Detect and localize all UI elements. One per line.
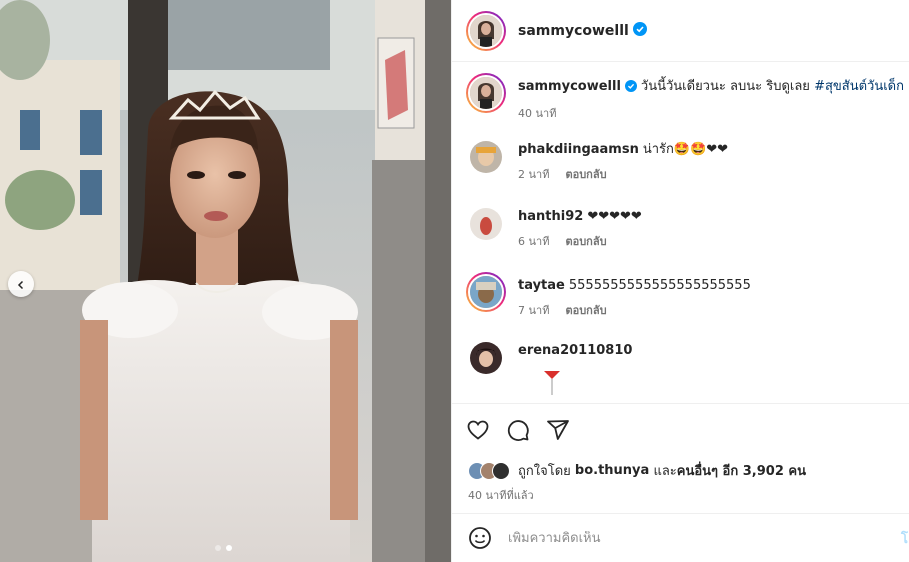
comment-item: hanthi92 ❤❤❤❤❤ 6 นาที ตอบกลับ: [470, 208, 642, 250]
commenter-avatar[interactable]: [470, 342, 502, 374]
comment-time: 2 นาที: [518, 168, 550, 181]
chevron-left-icon: [16, 275, 26, 294]
caption-time: 40 นาที: [518, 107, 557, 120]
comment-item: erena20110810: [470, 342, 636, 402]
commenter-avatar[interactable]: [470, 208, 502, 240]
author-avatar[interactable]: [466, 10, 506, 51]
add-comment-bar: โ: [452, 513, 909, 562]
commenter-username[interactable]: phakdiingaamsn: [518, 142, 639, 157]
share-icon[interactable]: [546, 418, 570, 442]
post-photo: [0, 0, 451, 562]
carousel-dot-active: [226, 545, 232, 551]
heart-icon[interactable]: [466, 418, 490, 442]
caption-username[interactable]: sammycowelll: [518, 79, 621, 94]
post-actions: ถูกใจโดย bo.thunya และ คนอื่นๆ อีก 3,902 …: [452, 403, 909, 513]
post-header: sammycowelll: [452, 0, 909, 62]
comments-list: sammycowelll วันนี้วันเดียวนะ ลบนะ ริบดูเ…: [452, 63, 909, 403]
carousel-prev-button[interactable]: [8, 271, 34, 297]
reply-button[interactable]: ตอบกลับ: [565, 233, 606, 250]
likes-prefix: ถูกใจโดย: [518, 464, 571, 479]
comment-input[interactable]: [508, 530, 868, 546]
commenter-username[interactable]: hanthi92: [518, 209, 583, 224]
verified-badge-icon: [632, 21, 647, 40]
caption-avatar[interactable]: [466, 73, 506, 113]
author-username[interactable]: sammycowelll: [518, 23, 629, 39]
commenter-avatar[interactable]: [466, 272, 506, 312]
post-side-panel: sammycowelll sammycowelll วันนี้วันเดียวน…: [451, 0, 909, 562]
caption: sammycowelll วันนี้วันเดียวนะ ลบนะ ริบดูเ…: [466, 73, 904, 122]
comment-time: 7 นาที: [518, 304, 550, 317]
likes-middle: และ: [653, 464, 677, 479]
commenter-username[interactable]: taytae: [518, 278, 565, 293]
carousel-indicator: [215, 545, 232, 551]
comment-item: phakdiingaamsn น่ารัก🤩🤩❤❤ 2 นาที ตอบกลับ: [470, 141, 728, 183]
post-dialog: sammycowelll sammycowelll วันนี้วันเดียวน…: [0, 0, 909, 562]
comment-text: 5555555555555555555555: [568, 278, 751, 293]
caption-hashtag[interactable]: #สุขสันต์วันเด็ก: [814, 79, 904, 94]
comment-sticker: [542, 369, 636, 402]
comment-icon[interactable]: [506, 418, 530, 442]
comment-item: taytae 5555555555555555555555 7 นาที ตอบกล…: [466, 272, 751, 319]
caption-text: วันนี้วันเดียวนะ ลบนะ ริบดูเลย: [640, 79, 810, 94]
commenter-avatar[interactable]: [470, 141, 502, 173]
reply-button[interactable]: ตอบกลับ: [565, 302, 606, 319]
likes-summary: ถูกใจโดย bo.thunya และ คนอื่นๆ อีก 3,902 …: [468, 460, 806, 481]
liker-avatars[interactable]: [468, 461, 510, 480]
comment-time: 6 นาที: [518, 235, 550, 248]
reply-button[interactable]: ตอบกลับ: [565, 166, 606, 183]
emoji-icon[interactable]: [468, 526, 492, 550]
verified-badge-icon: [624, 80, 637, 97]
post-media[interactable]: [0, 0, 451, 562]
comment-text: ❤❤❤❤❤: [587, 209, 642, 224]
post-comment-button[interactable]: โ: [901, 528, 908, 549]
post-timestamp: 40 นาทีที่แล้ว: [468, 489, 534, 502]
liker-username[interactable]: bo.thunya: [575, 463, 649, 478]
likes-others[interactable]: คนอื่นๆ อีก 3,902 คน: [677, 460, 806, 481]
comment-text: น่ารัก🤩🤩❤❤: [642, 142, 729, 157]
commenter-username[interactable]: erena20110810: [518, 343, 632, 358]
carousel-dot: [215, 545, 221, 551]
